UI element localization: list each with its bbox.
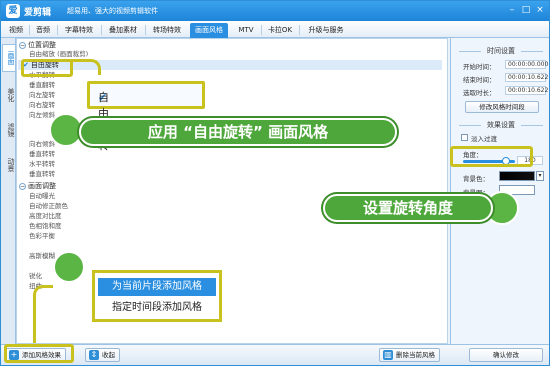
tab-mtv[interactable]: MTV [233,23,259,38]
tutorial-banner-apply: 应用 “自由旋转” 画面风格 [79,118,397,146]
list-item[interactable]: 高度对比度 [29,212,62,221]
end-time-field[interactable]: 00:00:10.622 [505,73,548,82]
duration-field[interactable]: 00:00:10.622 [505,86,548,95]
list-item[interactable]: 向左倾斜 [29,111,55,120]
tab-overlay-materials[interactable]: 叠加素材 [104,23,142,38]
selected-item-highlight [21,59,73,77]
tab-picture-style[interactable]: 画面风格 [190,23,228,38]
collapse-label: 收起 [102,351,115,359]
background-color-label: 背景色： [463,175,489,183]
tab-subtitle-effects[interactable]: 字幕特效 [60,23,98,38]
leaf-decoration-icon [53,251,85,283]
menu-item-add-to-current-clip[interactable]: 为当前片段添加风格 [98,278,216,296]
effect-settings-header: 效果设置 [459,120,543,130]
collapse-toggle-icon[interactable]: − [19,182,26,190]
callout-arrow [71,59,101,75]
modify-style-time-button[interactable]: 修改风格时间段 [465,101,539,113]
callout-selected-item: ✔自由旋转 [87,81,205,152]
maximize-icon[interactable]: □ [520,4,532,16]
angle-setting-highlight [450,146,533,167]
list-item[interactable]: 高斯模糊 [29,252,55,261]
collapse-toggle-icon[interactable]: − [19,41,26,49]
collapse-button[interactable]: ⇕ 收起 [85,348,120,362]
chevron-down-icon[interactable]: ▾ [536,171,544,181]
confirm-modify-button[interactable]: 确认修改 [469,348,543,362]
tab-upgrade-service[interactable]: 升级与服务 [302,23,350,38]
title-bar: 爱 爱剪辑 超易用、强大的视频剪辑软件 – □ × [1,1,549,21]
bottom-action-bar: + 添加风格效果 ⇕ 收起 ▥ 删除当前风格 确认修改 [1,344,549,365]
style-list-panel: − 位置调整 自由缩放 (画面裁剪) ✔ 自由旋转 水平翻转 垂直翻转 向左旋转 向… [16,38,448,344]
tab-karaoke[interactable]: 卡拉OK [264,23,296,38]
fade-transition-label: 淡入过渡 [471,135,497,143]
list-item[interactable]: 自动修正颜色 [29,202,68,211]
tutorial-banner-angle: 设置旋转角度 [323,194,493,222]
list-item[interactable]: 水平转转 [29,160,55,169]
section-title: 位置调整 [28,41,56,49]
main-tab-bar: 视频 音频 字幕特效 叠加素材 转场特效 画面风格 MTV 卡拉OK 升级与服务 [1,21,549,38]
vtab-filter[interactable]: 滤镜 [2,118,15,142]
add-style-button-highlight [4,344,74,363]
start-time-field[interactable]: 00:00:00.000 [505,60,548,69]
end-time-label: 结束时间： [463,76,496,84]
list-item[interactable]: 自由缩放 (画面裁剪) [29,50,88,59]
tab-transition-effects[interactable]: 转场特效 [148,23,186,38]
app-window: 爱 爱剪辑 超易用、强大的视频剪辑软件 – □ × 视频 音频 字幕特效 叠加素… [0,0,550,366]
list-item[interactable]: 垂直翻转 [29,81,55,90]
fade-transition-checkbox[interactable] [461,134,468,141]
vtab-beautify[interactable]: 美化 [2,83,15,107]
delete-style-label: 删除当前风格 [396,351,435,359]
list-item[interactable]: 自动曝光 [29,192,55,201]
add-style-context-menu: 为当前片段添加风格 指定时间段添加风格 [92,270,222,322]
section-picture-adjust[interactable]: − 画面调整 [19,182,56,191]
section-title: 画面调整 [28,182,56,190]
list-item[interactable]: 锐化 [29,272,42,281]
tab-video[interactable]: 视频 [5,23,27,38]
duration-label: 选取时长： [463,89,496,97]
list-item[interactable]: 向右倾斜 [29,140,55,149]
leaf-decoration-icon [49,113,83,147]
time-settings-header: 时间设置 [459,46,543,56]
menu-item-add-to-time-range[interactable]: 指定时间段添加风格 [98,299,216,317]
delete-current-style-button[interactable]: ▥ 删除当前风格 [379,348,440,362]
background-color-swatch[interactable] [499,171,535,181]
list-item[interactable]: 向右旋转 [29,101,55,110]
list-item[interactable]: 色彩平衡 [29,232,55,241]
app-name: 爱剪辑 [24,8,52,18]
list-item[interactable]: 色相饱和度 [29,222,62,231]
minimize-icon[interactable]: – [506,4,518,16]
trash-icon: ▥ [383,350,393,360]
callout-arrow [33,285,53,343]
category-vertical-tabs: 画面 美化 滤镜 动景 [1,38,16,344]
collapse-icon: ⇕ [89,350,99,360]
start-time-label: 开始时间： [463,63,496,71]
app-slogan: 超易用、强大的视频剪辑软件 [67,7,158,15]
close-icon[interactable]: × [534,4,546,16]
list-item[interactable]: 垂直转转 [29,170,55,179]
banner-angle-text: 设置旋转角度 [362,199,453,217]
banner-apply-text: 应用 “自由旋转” 画面风格 [147,123,329,141]
list-item[interactable]: 垂直转转 [29,150,55,159]
app-logo-icon: 爱 [6,4,20,18]
list-item[interactable]: 向左旋转 [29,91,55,100]
vtab-picture[interactable]: 画面 [2,44,15,72]
vtab-motion[interactable]: 动景 [2,153,15,177]
tab-audio[interactable]: 音频 [32,23,54,38]
section-position-adjust[interactable]: − 位置调整 [19,41,56,50]
